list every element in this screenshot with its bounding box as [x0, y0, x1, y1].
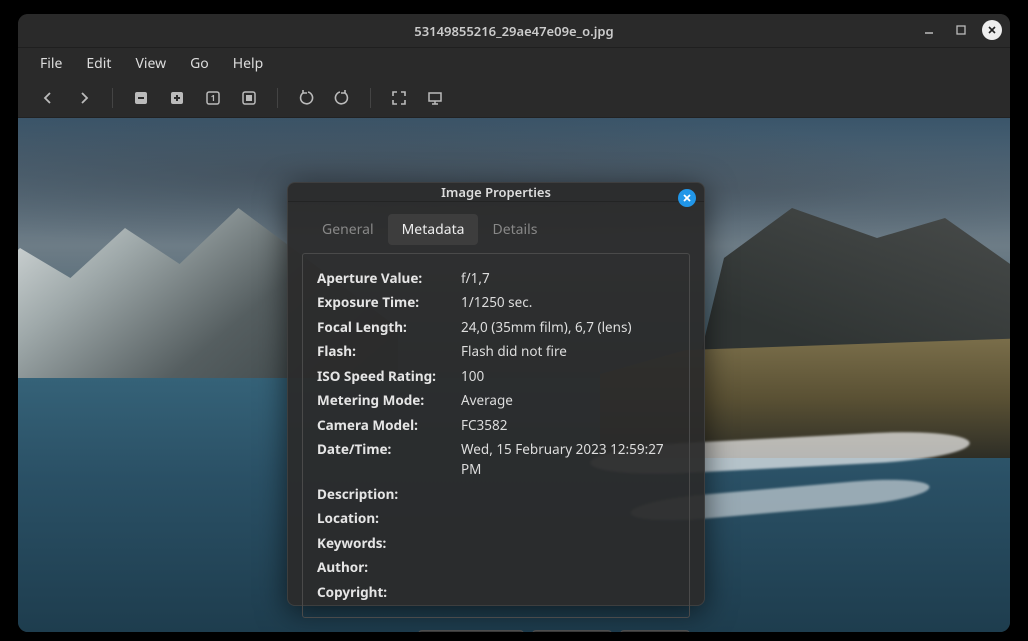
- meta-label: Keywords:: [317, 534, 447, 554]
- meta-row-aperture: Aperture Value: f/1,7: [317, 266, 675, 291]
- slideshow-icon: [427, 90, 443, 106]
- zoom-fit-button[interactable]: [235, 84, 263, 112]
- meta-label: Description:: [317, 485, 447, 505]
- meta-value: Average: [461, 391, 675, 411]
- meta-label: Author:: [317, 558, 447, 578]
- meta-label: Metering Mode:: [317, 391, 447, 411]
- meta-row-copyright: Copyright:: [317, 580, 675, 605]
- window-title: 53149855216_29ae47e09e_o.jpg: [414, 22, 613, 40]
- dialog-title: Image Properties: [441, 183, 551, 201]
- menu-help[interactable]: Help: [223, 50, 274, 77]
- menu-file[interactable]: File: [30, 50, 72, 77]
- menubar: File Edit View Go Help: [18, 48, 1010, 78]
- rotate-left-button[interactable]: [292, 84, 320, 112]
- zoom-in-icon: [169, 90, 185, 106]
- close-window-button[interactable]: [982, 20, 1002, 40]
- fullscreen-button[interactable]: [385, 84, 413, 112]
- meta-value: [461, 558, 675, 578]
- meta-label: Camera Model:: [317, 416, 447, 436]
- meta-row-keywords: Keywords:: [317, 531, 675, 556]
- meta-label: Aperture Value:: [317, 269, 447, 289]
- zoom-in-button[interactable]: [163, 84, 191, 112]
- zoom-out-button[interactable]: [127, 84, 155, 112]
- meta-row-iso: ISO Speed Rating: 100: [317, 364, 675, 389]
- previous-button[interactable]: Previous: [418, 630, 524, 632]
- previous-image-button[interactable]: [34, 84, 62, 112]
- metadata-panel: Aperture Value: f/1,7 Exposure Time: 1/1…: [302, 253, 690, 618]
- meta-value: 24,0 (35mm film), 6,7 (lens): [461, 318, 675, 338]
- meta-row-location: Location:: [317, 507, 675, 532]
- minimize-icon: [923, 24, 935, 36]
- meta-row-flash: Flash: Flash did not fire: [317, 340, 675, 365]
- tab-general[interactable]: General: [308, 214, 388, 245]
- next-button[interactable]: Next: [532, 630, 613, 632]
- meta-label: Flash:: [317, 342, 447, 362]
- fullscreen-icon: [391, 90, 407, 106]
- tab-details[interactable]: Details: [478, 214, 551, 245]
- main-window: 53149855216_29ae47e09e_o.jpg File Edit V…: [18, 14, 1010, 632]
- dialog-tabs: General Metadata Details: [288, 202, 704, 253]
- meta-label: Copyright:: [317, 583, 447, 603]
- rotate-left-icon: [298, 90, 314, 106]
- meta-row-description: Description:: [317, 482, 675, 507]
- zoom-original-button[interactable]: 1: [199, 84, 227, 112]
- dialog-close-button[interactable]: [678, 189, 696, 207]
- meta-label: Exposure Time:: [317, 293, 447, 313]
- meta-value: [461, 583, 675, 603]
- zoom-out-icon: [133, 90, 149, 106]
- toolbar: 1: [18, 78, 1010, 118]
- meta-row-author: Author:: [317, 556, 675, 581]
- close-button[interactable]: Close: [620, 630, 690, 632]
- meta-label: ISO Speed Rating:: [317, 367, 447, 387]
- close-icon: [682, 193, 692, 203]
- maximize-button[interactable]: [950, 19, 972, 41]
- rotate-right-icon: [334, 90, 350, 106]
- meta-value: f/1,7: [461, 269, 675, 289]
- meta-value: [461, 509, 675, 529]
- toolbar-separator: [112, 88, 113, 108]
- meta-row-datetime: Date/Time: Wed, 15 February 2023 12:59:2…: [317, 438, 675, 482]
- meta-value: 1/1250 sec.: [461, 293, 675, 313]
- meta-value: FC3582: [461, 416, 675, 436]
- meta-row-metering: Metering Mode: Average: [317, 389, 675, 414]
- tab-metadata[interactable]: Metadata: [388, 214, 479, 245]
- svg-text:1: 1: [211, 93, 216, 104]
- meta-value: Wed, 15 February 2023 12:59:27 PM: [461, 440, 675, 479]
- menu-edit[interactable]: Edit: [76, 50, 121, 77]
- meta-value: [461, 534, 675, 554]
- image-properties-dialog: Image Properties General Metadata Detail…: [287, 182, 705, 606]
- dialog-button-row: Previous Next Close: [288, 618, 704, 632]
- meta-label: Focal Length:: [317, 318, 447, 338]
- next-image-button[interactable]: [70, 84, 98, 112]
- meta-row-exposure: Exposure Time: 1/1250 sec.: [317, 291, 675, 316]
- zoom-fit-icon: [241, 90, 257, 106]
- maximize-icon: [955, 24, 967, 36]
- zoom-original-icon: 1: [205, 90, 221, 106]
- meta-value: [461, 485, 675, 505]
- slideshow-button[interactable]: [421, 84, 449, 112]
- toolbar-separator: [277, 88, 278, 108]
- toolbar-separator: [370, 88, 371, 108]
- menu-view[interactable]: View: [125, 50, 176, 77]
- close-icon: [987, 25, 997, 35]
- meta-row-focal: Focal Length: 24,0 (35mm film), 6,7 (len…: [317, 315, 675, 340]
- chevron-right-icon: [76, 90, 92, 106]
- minimize-button[interactable]: [918, 19, 940, 41]
- meta-value: Flash did not fire: [461, 342, 675, 362]
- chevron-left-icon: [40, 90, 56, 106]
- window-controls: [918, 19, 1002, 41]
- rotate-right-button[interactable]: [328, 84, 356, 112]
- dialog-titlebar: Image Properties: [288, 183, 704, 202]
- meta-row-camera: Camera Model: FC3582: [317, 413, 675, 438]
- menu-go[interactable]: Go: [180, 50, 219, 77]
- meta-value: 100: [461, 367, 675, 387]
- meta-label: Date/Time:: [317, 440, 447, 479]
- meta-label: Location:: [317, 509, 447, 529]
- titlebar: 53149855216_29ae47e09e_o.jpg: [18, 14, 1010, 48]
